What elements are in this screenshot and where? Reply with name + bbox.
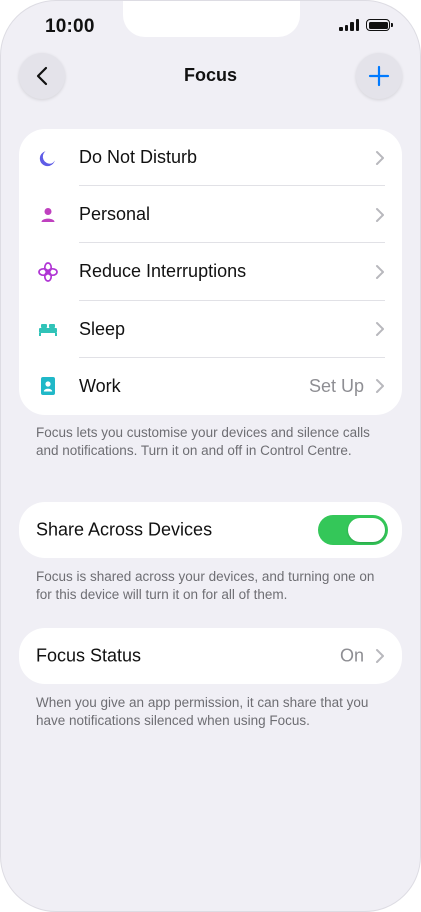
focus-mode-sleep[interactable]: Sleep <box>19 301 402 358</box>
focus-status-footnote: When you give an app permission, it can … <box>36 695 369 728</box>
add-focus-button[interactable] <box>356 53 402 99</box>
focus-mode-label: Sleep <box>79 318 126 339</box>
plus-icon <box>368 65 390 87</box>
person-icon <box>37 204 59 226</box>
chevron-right-icon <box>376 264 384 279</box>
focus-mode-label: Work <box>79 375 121 396</box>
status-icons <box>339 19 393 31</box>
focus-mode-label: Personal <box>79 204 151 225</box>
id-badge-icon <box>37 375 59 397</box>
chevron-right-icon <box>376 150 384 165</box>
focus-mode-label: Do Not Disturb <box>79 147 198 168</box>
focus-mode-reduce-interruptions[interactable]: Reduce Interruptions <box>19 243 402 301</box>
focus-mode-personal[interactable]: Personal <box>19 186 402 244</box>
chevron-right-icon <box>376 322 384 337</box>
flower-icon <box>37 261 59 283</box>
focus-mode-do-not-disturb[interactable]: Do Not Disturb <box>19 129 402 187</box>
focus-mode-label: Reduce Interruptions <box>79 261 247 282</box>
focus-modes-list: Do Not Disturb Personal Reduce Interrupt… <box>19 129 402 415</box>
toggle-knob <box>348 518 385 542</box>
chevron-right-icon <box>376 379 384 394</box>
share-across-devices-toggle[interactable] <box>318 515 388 545</box>
share-across-devices-label: Share Across Devices <box>36 519 213 540</box>
share-across-devices-footnote: Focus is shared across your devices, and… <box>36 569 375 602</box>
focus-status-label: Focus Status <box>36 645 142 666</box>
focus-mode-value: Set Up <box>308 375 364 396</box>
battery-icon <box>366 19 393 31</box>
bed-icon <box>37 318 59 340</box>
signal-icon <box>339 19 359 31</box>
phone-screen: 10:00 Focus Do Not Disturb Personal Redu… <box>0 0 421 912</box>
focus-footnote: Focus lets you customise your devices an… <box>36 425 370 458</box>
focus-mode-work[interactable]: Work Set Up <box>19 358 402 415</box>
moon-icon <box>37 147 59 169</box>
chevron-right-icon <box>376 649 384 663</box>
status-time: 10:00 <box>45 16 95 37</box>
share-across-devices-row: Share Across Devices <box>19 502 402 558</box>
focus-status-value: On <box>339 645 364 666</box>
focus-status-row[interactable]: Focus Status On <box>19 628 402 684</box>
chevron-right-icon <box>376 207 384 222</box>
notch <box>123 1 300 37</box>
